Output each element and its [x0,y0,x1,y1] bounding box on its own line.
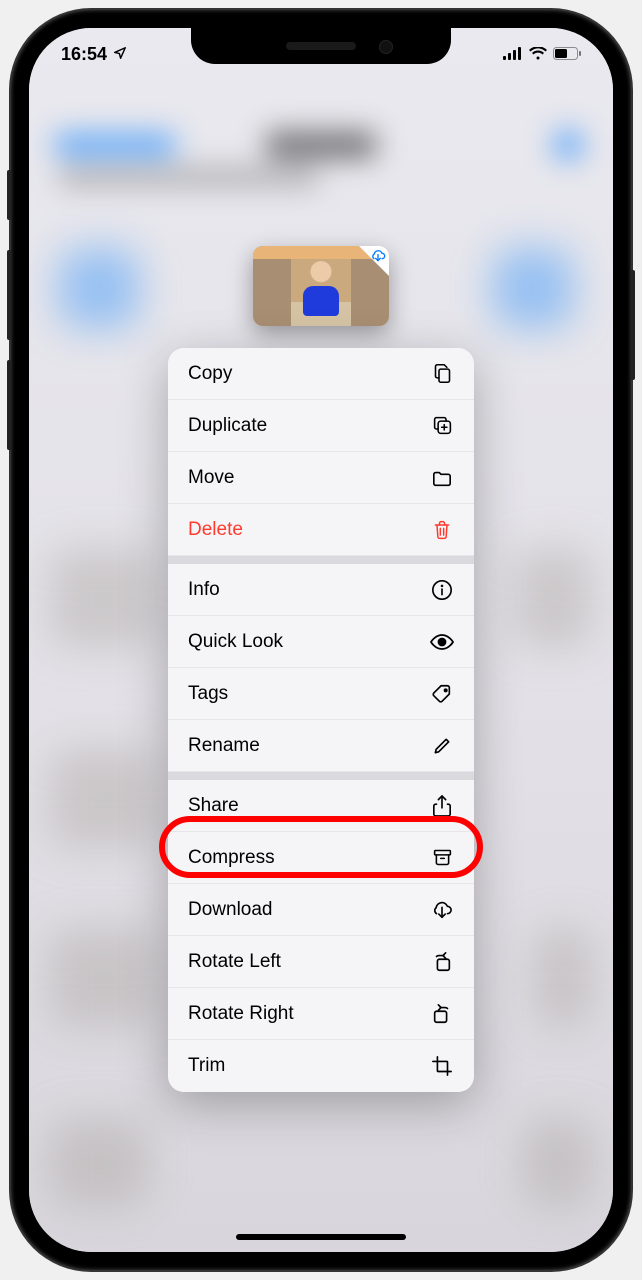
menu-label: Delete [188,519,243,541]
cloud-download-icon [370,249,386,268]
share-icon [430,794,454,818]
status-time: 16:54 [61,44,107,65]
trash-icon [430,518,454,542]
archive-icon [430,846,454,870]
menu-label: Rotate Left [188,951,281,973]
menu-label: Trim [188,1055,225,1077]
info-icon [430,578,454,602]
menu-item-tags[interactable]: Tags [168,668,474,720]
cellular-icon [503,44,523,65]
menu-label: Info [188,579,220,601]
pencil-icon [430,734,454,758]
crop-icon [430,1054,454,1078]
menu-item-compress[interactable]: Compress [168,832,474,884]
menu-item-rotate-right[interactable]: Rotate Right [168,988,474,1040]
phone-frame: 16:54 [11,10,631,1270]
menu-item-copy[interactable]: Copy [168,348,474,400]
wifi-icon [529,44,547,65]
menu-label: Compress [188,847,275,869]
menu-item-rename[interactable]: Rename [168,720,474,772]
battery-icon [553,44,581,65]
menu-item-move[interactable]: Move [168,452,474,504]
copy-icon [430,362,454,386]
cloud-download-icon [430,898,454,922]
file-thumbnail[interactable] [253,246,389,326]
menu-separator [168,556,474,564]
menu-item-delete[interactable]: Delete [168,504,474,556]
menu-label: Download [188,899,273,921]
menu-separator [168,772,474,780]
menu-label: Rename [188,735,260,757]
duplicate-icon [430,414,454,438]
menu-item-quick-look[interactable]: Quick Look [168,616,474,668]
menu-label: Tags [188,683,228,705]
menu-item-trim[interactable]: Trim [168,1040,474,1092]
menu-label: Rotate Right [188,1003,294,1025]
notch [191,28,451,64]
menu-item-duplicate[interactable]: Duplicate [168,400,474,452]
menu-label: Duplicate [188,415,267,437]
rotate-right-icon [430,1002,454,1026]
tag-icon [430,682,454,706]
menu-label: Quick Look [188,631,283,653]
menu-item-rotate-left[interactable]: Rotate Left [168,936,474,988]
home-indicator[interactable] [236,1234,406,1240]
rotate-left-icon [430,950,454,974]
menu-label: Share [188,795,239,817]
eye-icon [430,630,454,654]
location-icon [113,44,127,65]
screen: 16:54 [29,28,613,1252]
menu-item-download[interactable]: Download [168,884,474,936]
menu-label: Move [188,467,234,489]
menu-item-info[interactable]: Info [168,564,474,616]
context-menu: Copy Duplicate Move Delete [168,348,474,1092]
menu-item-share[interactable]: Share [168,780,474,832]
folder-icon [430,466,454,490]
menu-label: Copy [188,363,232,385]
